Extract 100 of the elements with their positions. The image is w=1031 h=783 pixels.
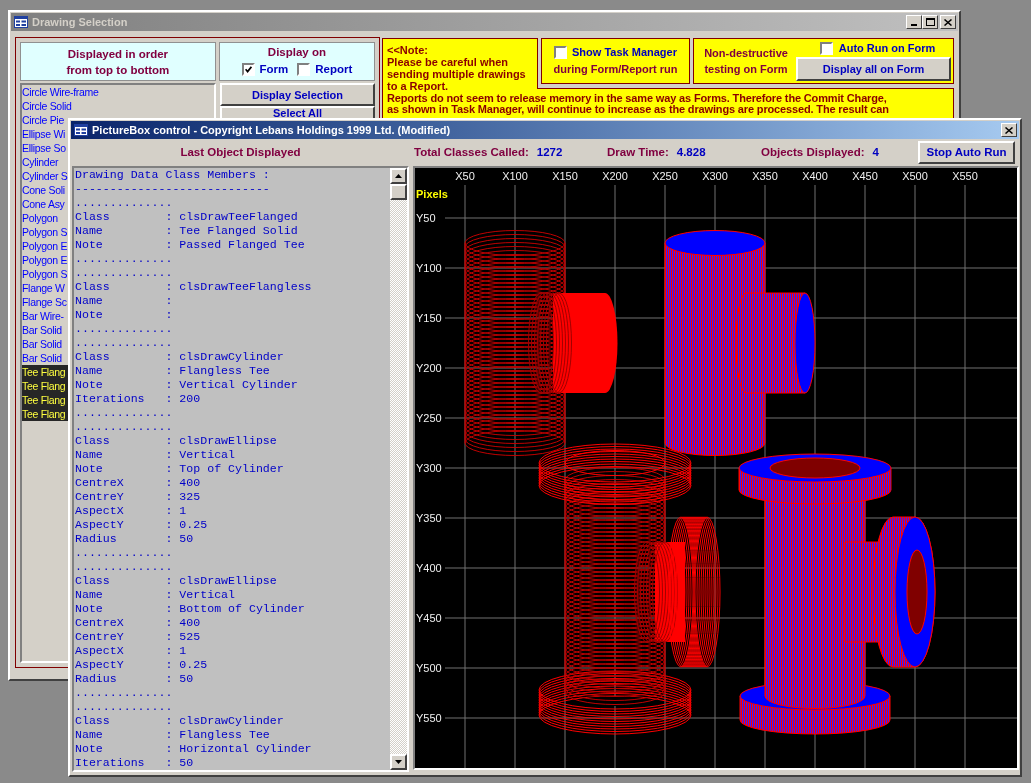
stat-value: 4 [872,144,879,160]
list-item[interactable]: Polygon S [22,267,68,281]
close-icon [1005,126,1013,134]
list-item[interactable]: Tee Flang [22,407,68,421]
list-item[interactable]: Cylinder S [22,169,68,183]
checkbox[interactable] [819,41,833,55]
list-item[interactable]: Ellipse So [22,141,68,155]
list-item[interactable]: Bar Solid [22,337,68,351]
output-line: Name : Tee Flanged Solid [75,224,298,238]
list-item[interactable]: Flange Sc [22,295,68,309]
checkbox-label[interactable]: Report [315,62,353,76]
display-all-button[interactable]: Display all on Form [796,57,951,81]
list-item[interactable]: Tee Flang [22,379,68,393]
output-line: Class : clsDrawEllipse [75,434,277,448]
scroll-down-button[interactable] [390,754,407,770]
testing-caption: Non-destructive testing on Form [704,46,788,77]
checkmark-icon [244,65,252,73]
axis-label: Y450 [416,612,442,624]
output-line: AspectY : 0.25 [75,518,208,532]
list-item[interactable]: Polygon E [22,253,68,267]
axis-label: X150 [552,170,578,182]
output-line: .............. [75,546,173,560]
axis-label: Y350 [416,512,442,524]
stat-label: Draw Time: [607,144,669,160]
stat-label: Objects Displayed: [761,144,865,160]
stat-label: Total Classes Called: [414,144,529,160]
task-manager-caption: during Form/Report run [553,62,678,76]
scroll-up-button[interactable] [390,168,407,184]
list-item[interactable]: Tee Flang [22,393,68,407]
output-line: .............. [75,420,173,434]
output-line: .............. [75,322,173,336]
output-line: .............. [75,686,173,700]
maximize-button[interactable] [922,15,938,29]
list-item[interactable]: Bar Solid [22,323,68,337]
list-item[interactable]: Tee Flang [22,365,68,379]
output-line: CentreX : 400 [75,616,201,630]
list-item[interactable]: Circle Wire-frame [22,85,99,99]
output-line: AspectX : 1 [75,504,187,518]
output-line: Drawing Data Class Members : [75,168,270,182]
axis-label: X450 [852,170,878,182]
output-line: Iterations : 200 [75,392,201,406]
list-item[interactable]: Ellipse Wi [22,127,68,141]
list-item[interactable]: Polygon S [22,225,68,239]
axis-label: Y150 [416,312,442,324]
note-text: <<Note: Please be careful when sending multiple drawings to a Report. [387,44,527,92]
output-line: Radius : 50 [75,672,194,686]
unit-label: Pixels [416,188,448,200]
output-line: .............. [75,560,173,574]
output-line: .............. [75,252,173,266]
output-line: Radius : 50 [75,532,194,546]
close-button[interactable] [940,15,956,29]
action-button[interactable]: Display Selection [220,83,375,106]
list-item[interactable]: Flange W [22,281,68,295]
output-line: Name : Vertical [75,448,236,462]
axis-label: Y200 [416,362,442,374]
axis-label: Y400 [416,562,442,574]
close-button[interactable] [1001,123,1017,137]
stat-value: 1272 [536,144,563,160]
checkbox[interactable] [297,62,311,76]
checkbox-label[interactable]: Auto Run on Form [838,41,936,55]
scrollbar-thumb[interactable] [390,184,407,200]
checkbox-label[interactable]: Form [259,62,289,76]
output-line: .............. [75,700,173,714]
output-line: Class : clsDrawEllipse [75,574,277,588]
caret-up-icon [395,174,402,178]
output-line: ---------------------------- [75,182,270,196]
axis-label: Y300 [416,462,442,474]
output-line: Class : clsDrawTeeFlangless [75,280,312,294]
list-item[interactable]: Cylinder [22,155,68,169]
axis-label: X350 [752,170,778,182]
output-line: Name : Flangless Tee [75,364,270,378]
axis-label: X500 [902,170,928,182]
list-item[interactable]: Polygon [22,211,68,225]
stat-value: 4.828 [676,144,706,160]
axis-label: Y250 [416,412,442,424]
close-icon [944,18,952,26]
checkbox[interactable] [554,45,568,59]
checkbox[interactable] [241,62,255,76]
list-item[interactable]: Cone Asy [22,197,68,211]
list-item[interactable]: Circle Solid [22,99,72,113]
note-text: Reports do not seem to release memory in the same way as Forms. Therefore the Commit Charge, as shown in Task Manager, will continue to increase as the drawings are processed. The result can [387,93,889,115]
list-item[interactable]: Circle Pie [22,113,68,127]
output-line: CentreY : 525 [75,630,201,644]
axis-label: Y100 [416,262,442,274]
form-icon [74,124,88,136]
axis-label: X200 [602,170,628,182]
list-item[interactable]: Bar Wire- [22,309,68,323]
axis-label: X550 [952,170,978,182]
axis-label: X300 [702,170,728,182]
axis-label: Y550 [416,712,442,724]
output-line: Iterations : 50 [75,756,194,770]
list-item[interactable]: Bar Solid [22,351,68,365]
checkbox-label[interactable]: Show Task Manager [572,45,677,59]
output-line: Class : clsDrawCylinder [75,350,284,364]
list-item[interactable]: Polygon E [22,239,68,253]
minimize-button[interactable] [906,15,922,29]
output-line: AspectX : 1 [75,644,187,658]
stop-auto-run-button[interactable]: Stop Auto Run [918,141,1015,164]
list-item[interactable]: Cone Soli [22,183,68,197]
output-line: Note : [75,308,173,322]
